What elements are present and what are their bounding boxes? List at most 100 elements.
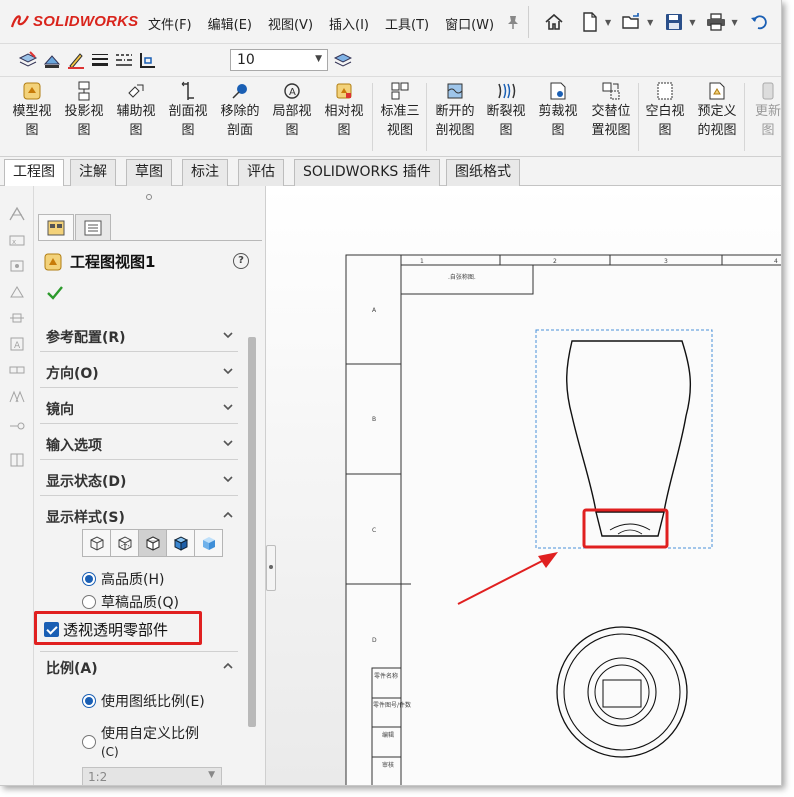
group-mirror[interactable]: 镜向: [40, 393, 238, 424]
group-scale[interactable]: 比例(A): [40, 651, 238, 682]
tab-sketch[interactable]: 草图: [126, 159, 172, 186]
hidden-lines-removed-button[interactable]: [138, 529, 167, 557]
weld-symbol-icon[interactable]: [8, 388, 26, 404]
left-tool-strip: x A: [0, 186, 34, 785]
command-tabs: 工程图 注解 草图 标注 评估 SOLIDWORKS 插件 图纸格式: [0, 157, 781, 186]
note-icon[interactable]: [8, 310, 26, 326]
tab-evaluate[interactable]: 评估: [238, 159, 284, 186]
home-button[interactable]: [543, 11, 565, 33]
group-reference-configuration[interactable]: 参考配置(R): [40, 321, 238, 352]
tab-annotation[interactable]: 注解: [70, 159, 116, 186]
auxiliary-view-icon: [128, 84, 144, 98]
sheet-col-label: 2: [553, 258, 557, 265]
auxiliary-view-button[interactable]: 辅助视图: [114, 81, 158, 140]
broken-out-section-button[interactable]: 断开的 剖视图: [432, 81, 478, 140]
update-view-button[interactable]: 更新图: [748, 81, 781, 140]
hidden-lines-removed-icon: [145, 536, 160, 551]
group-display-style[interactable]: 显示样式(S): [40, 501, 238, 532]
shaded-with-edges-button[interactable]: [166, 529, 195, 557]
new-dropdown-caret[interactable]: ▼: [605, 18, 611, 27]
panel-scrollbar[interactable]: [248, 337, 256, 727]
new-document-button[interactable]: [579, 11, 601, 33]
group-orientation[interactable]: 方向(O): [40, 357, 238, 388]
balloon-icon[interactable]: A: [8, 336, 26, 352]
layers-icon[interactable]: [334, 52, 352, 68]
standard-3-view-icon: [391, 82, 409, 100]
ok-check-icon[interactable]: [46, 285, 64, 301]
tab-dimension[interactable]: 标注: [182, 159, 228, 186]
drawing-view-icon: [44, 253, 62, 270]
smart-dimension-icon[interactable]: [8, 206, 26, 222]
undo-button[interactable]: [748, 11, 770, 33]
pin-icon[interactable]: [506, 14, 520, 30]
tab-sheet-format[interactable]: 图纸格式: [446, 159, 520, 186]
surface-finish-icon[interactable]: [8, 362, 26, 378]
group-display-state[interactable]: 显示状态(D): [40, 465, 238, 496]
crop-view-button[interactable]: 剪裁视图: [536, 81, 580, 140]
print-dropdown-caret[interactable]: ▼: [731, 18, 737, 27]
menu-tools[interactable]: 工具(T): [385, 14, 429, 33]
update-view-icon: [762, 82, 774, 100]
wireframe-button[interactable]: [82, 529, 111, 557]
line-color-icon[interactable]: [42, 50, 62, 70]
pen-color-icon[interactable]: [66, 50, 86, 70]
menu-window[interactable]: 窗口(W): [445, 14, 494, 33]
section-view-icon: [181, 81, 194, 100]
menu-file[interactable]: 文件(F): [148, 14, 192, 33]
tab-feature-tree[interactable]: [75, 214, 111, 240]
tab-addins[interactable]: SOLIDWORKS 插件: [294, 159, 440, 186]
removed-section-button[interactable]: 移除的 剖面: [218, 81, 262, 140]
use-sheet-scale-radio[interactable]: 使用图纸比例(E): [82, 691, 205, 711]
custom-scale-select[interactable]: 1:2 ▼: [82, 767, 222, 785]
format-painter-icon[interactable]: [8, 284, 26, 300]
open-dropdown-caret[interactable]: ▼: [647, 18, 653, 27]
hidden-lines-visible-button[interactable]: [110, 529, 139, 557]
solidworks-logo: SOLIDWORKS: [10, 12, 138, 30]
help-icon[interactable]: ?: [233, 253, 249, 269]
save-button[interactable]: [663, 11, 685, 33]
title-block-row: 编辑: [382, 731, 394, 739]
chevron-down-icon: ▼: [315, 54, 322, 64]
use-custom-scale-radio[interactable]: 使用自定义比例 (C): [82, 725, 199, 761]
empty-view-button[interactable]: 空白视图: [642, 81, 688, 140]
section-view-button[interactable]: 剖面视图: [166, 81, 210, 140]
panel-splitter-handle[interactable]: [266, 545, 276, 591]
save-dropdown-caret[interactable]: ▼: [689, 18, 695, 27]
layer-properties-icon[interactable]: [18, 50, 38, 70]
removed-section-icon: [232, 84, 247, 99]
standard-3-view-button[interactable]: 标准三 视图: [378, 81, 422, 140]
tab-property-manager[interactable]: [38, 214, 74, 240]
chevron-down-icon: [223, 404, 233, 411]
quality-high-radio[interactable]: 高品质(H): [82, 569, 164, 589]
panel-grip[interactable]: [146, 194, 152, 200]
graphics-area[interactable]: 1 2 3 4 A B C D .自张称图. 零件名称 零件图号/件数 编辑 审…: [266, 186, 781, 785]
menu-view[interactable]: 视图(V): [268, 14, 313, 33]
spell-check-icon[interactable]: [8, 258, 26, 274]
open-button[interactable]: [621, 11, 643, 33]
print-button[interactable]: [705, 11, 727, 33]
quality-draft-radio[interactable]: 草稿品质(Q): [82, 592, 179, 612]
detail-view-icon: A: [284, 83, 300, 99]
relative-view-button[interactable]: 相对视图: [322, 81, 366, 140]
datum-feature-icon[interactable]: [8, 418, 26, 434]
solidworks-window: SOLIDWORKS 文件(F) 编辑(E) 视图(V) 插入(I) 工具(T)…: [0, 0, 782, 786]
alternate-position-view-button[interactable]: 交替位 置视图: [588, 81, 634, 140]
command-manager: 模型视图 投影视图 辅助视图 剖面视图 移除的 剖面 A 局部视图 相对视图 标…: [0, 77, 781, 157]
projected-view-button[interactable]: 投影视图: [62, 81, 106, 140]
predefined-view-button[interactable]: 预定义 的视图: [694, 81, 740, 140]
hide-show-edges-icon[interactable]: [138, 50, 158, 70]
detail-view-button[interactable]: A 局部视图: [270, 81, 314, 140]
line-thickness-icon[interactable]: [90, 50, 110, 70]
break-view-button[interactable]: 断裂视图: [484, 81, 528, 140]
center-mark-icon[interactable]: [8, 452, 26, 468]
group-import-options[interactable]: 输入选项: [40, 429, 238, 460]
tab-drawing[interactable]: 工程图: [4, 159, 64, 186]
highlight-box-checkbox: [34, 611, 202, 645]
model-view-button[interactable]: 模型视图: [10, 81, 54, 140]
menu-edit[interactable]: 编辑(E): [208, 14, 252, 33]
menu-insert[interactable]: 插入(I): [329, 14, 369, 33]
line-style-icon[interactable]: [114, 50, 134, 70]
model-items-icon[interactable]: x: [8, 232, 26, 248]
layer-select[interactable]: 10 ▼: [230, 49, 328, 71]
shaded-button[interactable]: [194, 529, 223, 557]
